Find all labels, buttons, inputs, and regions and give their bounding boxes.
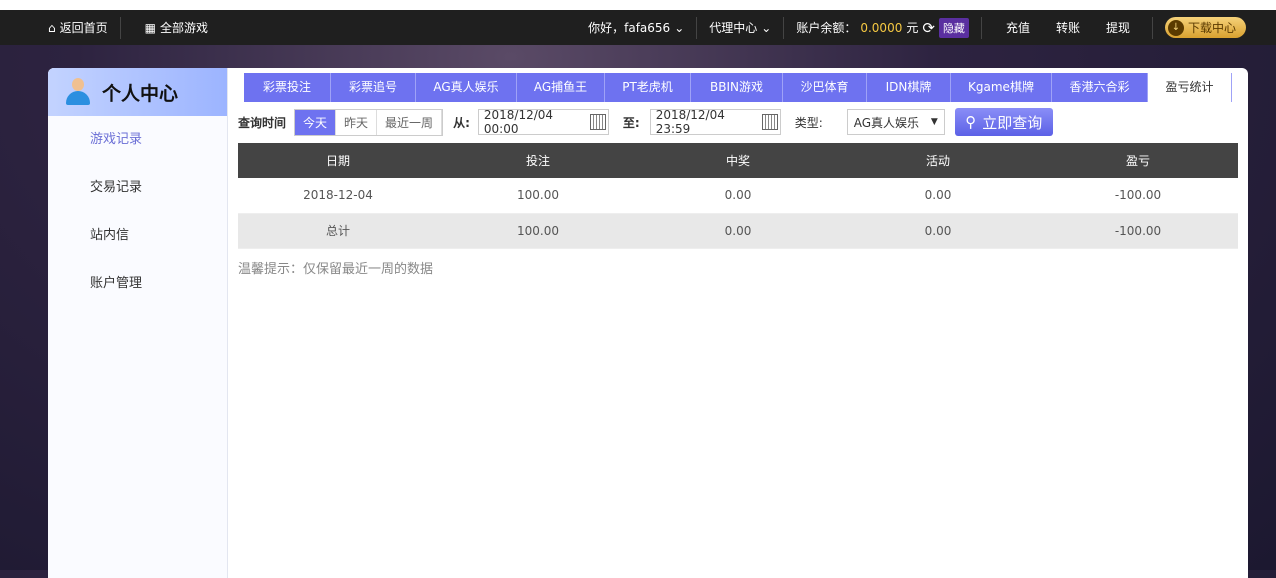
calendar-icon[interactable]: [761, 114, 778, 130]
chevron-down-icon: ⌄: [674, 20, 685, 35]
table-row: 2018-12-04 100.00 0.00 0.00 -100.00: [238, 178, 1238, 214]
to-date-input[interactable]: 2018/12/04 23:59: [649, 108, 781, 136]
total-row: 总计 100.00 0.00 0.00 -100.00: [238, 213, 1238, 249]
home-icon: ⌂: [48, 20, 56, 35]
query-bar: 查询时间 今天 昨天 最近一周 从: 2018/12/04 00:00 至: 2…: [238, 108, 1053, 136]
chevron-down-icon: ⌄: [761, 20, 772, 35]
from-date-input[interactable]: 2018/12/04 00:00: [477, 108, 609, 136]
user-avatar-icon: [66, 78, 90, 106]
tab-pt-slots[interactable]: PT老虎机: [605, 73, 691, 102]
sidebar-item-messages[interactable]: 站内信: [48, 212, 227, 260]
search-button[interactable]: ⚲ 立即查询: [954, 108, 1053, 136]
tab-ag-fishing[interactable]: AG捕鱼王: [517, 73, 605, 102]
download-button[interactable]: ↓ 下载中心: [1164, 17, 1246, 38]
to-label: 至:: [622, 115, 640, 130]
cell-bet: 100.00: [438, 178, 638, 214]
table-header: 日期 投注 中奖 活动 盈亏: [238, 143, 1238, 178]
sidebar-header: 个人中心: [48, 68, 227, 116]
cell-total-label: 总计: [238, 213, 438, 249]
to-date-value: 2018/12/04 23:59: [655, 108, 725, 136]
balance-value: 0.0000: [860, 20, 903, 35]
cell-total-win: 0.00: [638, 213, 838, 249]
tab-bbin[interactable]: BBIN游戏: [691, 73, 783, 102]
today-button[interactable]: 今天: [295, 109, 337, 135]
tab-kgame[interactable]: Kgame棋牌: [951, 73, 1052, 102]
main-panel: 个人中心 游戏记录 交易记录 站内信 账户管理 彩票投注 彩票追号 AG真人娱乐…: [48, 68, 1248, 578]
tab-lottery-chase[interactable]: 彩票追号: [331, 73, 416, 102]
sidebar-title: 个人中心: [102, 82, 179, 105]
cell-activity: 0.00: [838, 178, 1038, 214]
from-date-value: 2018/12/04 00:00: [483, 108, 554, 136]
download-icon: ↓: [1167, 19, 1184, 36]
currency: 元: [906, 21, 919, 35]
sidebar: 个人中心 游戏记录 交易记录 站内信 账户管理: [48, 68, 228, 578]
balance-label: 账户余额：: [796, 21, 857, 35]
hide-button[interactable]: 隐藏: [938, 17, 969, 38]
search-button-label: 立即查询: [982, 113, 1043, 132]
cell-total-bet: 100.00: [438, 213, 638, 249]
from-label: 从:: [453, 115, 470, 130]
tab-profit-stats[interactable]: 盈亏统计: [1148, 73, 1232, 102]
grid-icon: ▦: [144, 20, 156, 35]
tab-hk-lottery[interactable]: 香港六合彩: [1052, 73, 1148, 102]
last-week-button[interactable]: 最近一周: [377, 109, 443, 135]
deposit-link[interactable]: 充值: [982, 19, 1043, 36]
date-range-segment: 今天 昨天 最近一周: [294, 108, 444, 136]
tab-bar: 彩票投注 彩票追号 AG真人娱乐 AG捕鱼王 PT老虎机 BBIN游戏 沙巴体育…: [244, 73, 1232, 102]
greeting: 你好，fafa656: [588, 21, 671, 35]
refresh-icon[interactable]: ⟳: [922, 19, 935, 37]
transfer-link[interactable]: 转账: [1043, 19, 1093, 36]
home-label: 返回首页: [59, 21, 108, 35]
search-icon: ⚲: [965, 113, 977, 131]
col-profit: 盈亏: [1038, 143, 1238, 178]
type-label: 类型:: [794, 115, 823, 130]
cell-win: 0.00: [638, 178, 838, 214]
cell-total-activity: 0.00: [838, 213, 1038, 249]
col-win: 中奖: [638, 143, 838, 178]
yesterday-button[interactable]: 昨天: [336, 109, 378, 135]
sidebar-item-account[interactable]: 账户管理: [48, 260, 227, 308]
download-label: 下载中心: [1187, 21, 1236, 35]
withdraw-link[interactable]: 提现: [1093, 19, 1152, 36]
browser-strip: [0, 0, 1276, 10]
cell-profit: -100.00: [1038, 178, 1238, 214]
retention-tip: 温馨提示：仅保留最近一周的数据: [238, 262, 434, 277]
sidebar-item-game-records[interactable]: 游戏记录: [48, 116, 227, 164]
home-link[interactable]: ⌂ 返回首页: [36, 19, 120, 36]
col-bet: 投注: [438, 143, 638, 178]
all-games-label: 全部游戏: [159, 21, 208, 35]
tab-idn[interactable]: IDN棋牌: [867, 73, 951, 102]
agent-menu[interactable]: 代理中心 ⌄: [697, 19, 783, 36]
top-nav: ⌂ 返回首页 ▦ 全部游戏 你好，fafa656 ⌄ 代理中心 ⌄ 账户余额： 0.000…: [0, 10, 1276, 45]
tab-ag-live[interactable]: AG真人娱乐: [416, 73, 517, 102]
query-time-label: 查询时间: [238, 115, 287, 130]
col-date: 日期: [238, 143, 438, 178]
dropdown-arrow-icon: ▼: [930, 117, 938, 127]
sidebar-item-transactions[interactable]: 交易记录: [48, 164, 227, 212]
balance: 账户余额： 0.0000 元 ⟳ 隐藏: [784, 17, 981, 38]
profit-table: 日期 投注 中奖 活动 盈亏 2018-12-04 100.00 0.00 0.…: [238, 143, 1238, 249]
tab-lottery-bets[interactable]: 彩票投注: [244, 73, 331, 102]
type-value: AG真人娱乐: [853, 115, 920, 130]
type-select[interactable]: AG真人娱乐 ▼: [846, 109, 945, 135]
user-menu[interactable]: 你好，fafa656 ⌄: [576, 19, 696, 36]
col-activity: 活动: [838, 143, 1038, 178]
cell-date: 2018-12-04: [238, 178, 438, 214]
tab-saba-sports[interactable]: 沙巴体育: [783, 73, 867, 102]
agent-label: 代理中心: [709, 21, 758, 35]
cell-total-profit: -100.00: [1038, 213, 1238, 249]
all-games-link[interactable]: ▦ 全部游戏: [121, 19, 220, 36]
calendar-icon[interactable]: [590, 114, 606, 130]
